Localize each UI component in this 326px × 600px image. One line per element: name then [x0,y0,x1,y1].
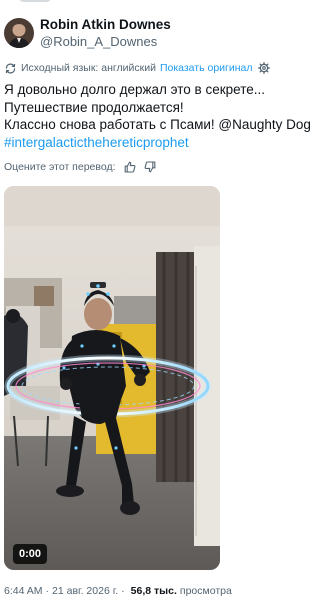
post-time[interactable]: 6:44 AM [4,585,43,597]
gear-icon[interactable] [257,62,270,74]
tweet-line: Путешествие продолжается! [4,99,184,115]
rate-prompt: Оцените этот перевод: [4,161,116,173]
meta-separator: · [45,585,50,597]
hashtag-link[interactable]: #intergalacticthehereticprophet [4,134,320,152]
translation-notice: Исходный язык: английский Показать ориги… [4,60,270,76]
post-meta: 6:44 AM · 21 авг. 2026 г. · 56,8 тыс. пр… [4,584,232,598]
tweet-line: Классно снова работать с Псами! @Naughty… [4,117,311,132]
meta-separator: · [121,585,125,597]
show-original-link[interactable]: Показать оригинал [160,62,253,74]
thumbs-down-icon[interactable] [144,161,156,173]
post-header: Robin Atkin Downes @Robin_A_Downes [4,14,322,52]
source-language-label: Исходный язык: английский [21,62,156,74]
video-player[interactable] [4,186,220,570]
video-thumbnail [4,186,220,570]
thumbs-up-icon[interactable] [124,161,136,173]
views-count[interactable]: 56,8 тыс. [131,585,177,597]
video-duration-badge: 0:00 [13,544,48,564]
views-label: просмотра [179,585,232,597]
tweet-text: Я довольно долго держал это в секрете...… [4,81,320,151]
translate-icon [4,62,17,75]
avatar[interactable] [4,18,34,48]
post-date[interactable]: 21 авг. 2026 г. [52,585,118,597]
author-display-name[interactable]: Robin Atkin Downes [40,17,171,33]
tweet-line: Я довольно долго держал это в секрете... [4,82,265,97]
rate-translation: Оцените этот перевод: [4,159,156,175]
author-handle[interactable]: @Robin_A_Downes [40,34,171,50]
previous-post-fragment [0,0,326,6]
